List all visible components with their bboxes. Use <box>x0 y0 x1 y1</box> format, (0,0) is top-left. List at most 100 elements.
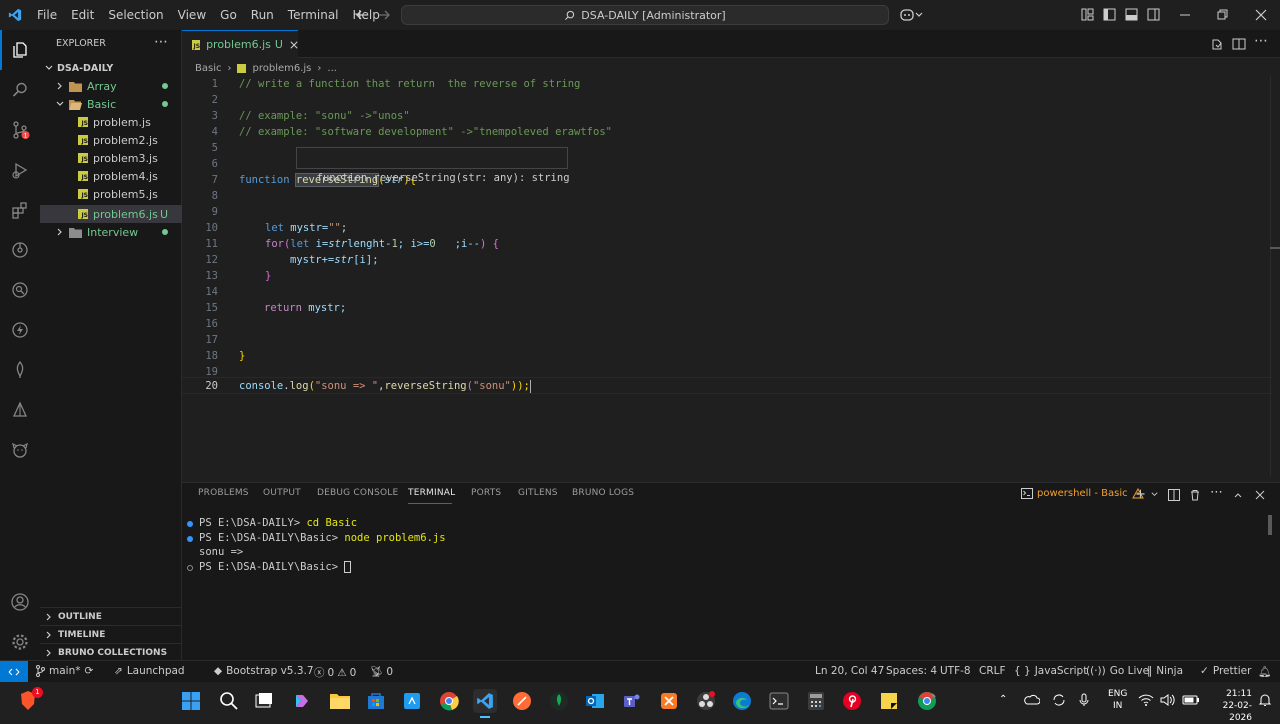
search-icon[interactable] <box>0 70 40 110</box>
copilot-icon[interactable] <box>900 8 924 22</box>
kill-terminal-icon[interactable] <box>1189 489 1201 501</box>
mongodb-leaf-icon[interactable] <box>0 350 40 390</box>
obs-record-icon[interactable] <box>694 689 718 713</box>
timeline-section[interactable]: TIMELINE <box>40 625 182 643</box>
tab-bruno-logs[interactable]: BRUNO LOGS <box>572 488 634 498</box>
toggle-panel-icon[interactable] <box>1125 8 1138 21</box>
teams-icon[interactable] <box>620 689 644 713</box>
language-indicator[interactable]: ENG IN <box>1108 688 1127 712</box>
terminal-app-icon[interactable] <box>767 689 791 713</box>
go-live-button[interactable]: ((·)) Go Live <box>1086 665 1149 677</box>
menu-view[interactable]: View <box>171 0 213 30</box>
tree-file-problem3[interactable]: JS problem3.js <box>40 149 182 167</box>
terminal-dropdown-icon[interactable] <box>1150 490 1159 499</box>
open-changes-icon[interactable] <box>1210 37 1224 51</box>
more-actions-icon[interactable]: ⋯ <box>154 34 168 50</box>
run-debug-icon[interactable] <box>0 150 40 190</box>
toggle-secondary-sidebar-icon[interactable] <box>1147 8 1160 21</box>
cursor-position[interactable]: Ln 20, Col 47 <box>815 665 884 677</box>
sync-tray-icon[interactable] <box>1051 693 1067 707</box>
tree-file-problem2[interactable]: JS problem2.js <box>40 131 182 149</box>
vscode-taskbar-icon[interactable] <box>473 689 497 718</box>
terminal-scrollbar[interactable] <box>1268 515 1272 535</box>
encoding[interactable]: UTF-8 <box>940 665 971 677</box>
tree-folder-interview[interactable]: Interview <box>40 223 182 241</box>
lightning-icon[interactable] <box>0 310 40 350</box>
menu-terminal[interactable]: Terminal <box>281 0 346 30</box>
task-view-icon[interactable] <box>252 689 276 713</box>
clock[interactable]: 21:11 22-02-2026 <box>1208 688 1252 724</box>
line-endings[interactable]: CRLF <box>979 665 1006 677</box>
bootstrap-indicator[interactable]: ◆ Bootstrap v5.3.7 <box>214 665 314 677</box>
microsoft-store-icon[interactable] <box>364 689 388 713</box>
tab-gitlens[interactable]: GITLENS <box>518 488 558 498</box>
tab-problems[interactable]: PROBLEMS <box>198 488 249 498</box>
restore-icon[interactable] <box>1215 8 1229 22</box>
close-tab-icon[interactable] <box>290 40 298 50</box>
breadcrumb-folder[interactable]: Basic <box>195 63 221 74</box>
ninja-indicator[interactable]: ‖ Ninja <box>1147 665 1183 677</box>
sticky-notes-icon[interactable] <box>877 689 901 713</box>
triangle-icon[interactable] <box>0 390 40 430</box>
file-explorer-icon[interactable] <box>328 689 352 713</box>
mongodb-compass-icon[interactable] <box>547 689 571 713</box>
postman-icon[interactable] <box>510 689 534 713</box>
microphone-icon[interactable] <box>1078 693 1090 707</box>
tree-file-problem5[interactable]: JS problem5.js <box>40 185 182 203</box>
workspace-root[interactable]: DSA-DAILY <box>40 59 182 77</box>
calculator-app-icon[interactable] <box>804 689 828 713</box>
breadcrumb-file[interactable]: problem6.js <box>252 63 311 74</box>
minimize-icon[interactable] <box>1178 8 1192 22</box>
new-terminal-icon[interactable]: + <box>1135 487 1146 502</box>
copilot-app-icon[interactable] <box>290 689 314 713</box>
forward-arrow-icon[interactable] <box>377 8 391 22</box>
xampp-icon[interactable] <box>657 689 681 713</box>
split-editor-icon[interactable] <box>1232 37 1246 51</box>
tree-file-problem[interactable]: JS problem.js <box>40 113 182 131</box>
edge-icon[interactable] <box>730 689 754 713</box>
vs-code-insiders-icon[interactable] <box>400 689 424 713</box>
language-mode[interactable]: { } JavaScript <box>1014 665 1087 677</box>
battery-icon[interactable] <box>1182 694 1200 706</box>
outline-section[interactable]: OUTLINE <box>40 607 182 625</box>
tree-file-problem4[interactable]: JS problem4.js <box>40 167 182 185</box>
notifications-bell-icon[interactable]: 🔔︎ <box>1258 665 1271 678</box>
more-editor-actions-icon[interactable]: ⋯ <box>1254 33 1268 49</box>
toggle-primary-sidebar-icon[interactable] <box>1103 8 1116 21</box>
taskbar-search-icon[interactable] <box>217 689 241 713</box>
chrome-canary-icon[interactable] <box>915 689 939 713</box>
ports-indicator[interactable]: 📡︎ 0 <box>370 665 393 679</box>
onedrive-icon[interactable] <box>1024 693 1040 707</box>
indentation[interactable]: Spaces: 4 <box>886 665 937 677</box>
terminal-shell-selector[interactable]: powershell - Basic <box>1021 488 1144 499</box>
menu-selection[interactable]: Selection <box>101 0 170 30</box>
pinterest-icon[interactable] <box>840 689 864 713</box>
menu-go[interactable]: Go <box>213 0 244 30</box>
chrome-icon[interactable] <box>437 689 461 713</box>
volume-icon[interactable] <box>1160 693 1176 707</box>
back-arrow-icon[interactable] <box>355 8 369 22</box>
tree-folder-array[interactable]: Array <box>40 77 182 95</box>
tree-file-problem6[interactable]: JS problem6.js U <box>40 205 182 223</box>
notification-center-icon[interactable] <box>1258 693 1272 707</box>
tab-problem6[interactable]: JS problem6.js U <box>182 30 298 58</box>
sync-icon[interactable]: ⟳ <box>85 665 94 677</box>
maximize-panel-icon[interactable] <box>1233 490 1243 500</box>
breadcrumb-more[interactable]: ... <box>327 63 337 74</box>
command-center-search[interactable]: DSA-DAILY [Administrator] <box>401 5 889 25</box>
menu-run[interactable]: Run <box>244 0 281 30</box>
windows-start-icon[interactable] <box>179 689 203 713</box>
outlook-icon[interactable] <box>583 689 607 713</box>
brave-browser-icon[interactable]: 1 <box>16 687 43 713</box>
tab-terminal[interactable]: TERMINAL <box>408 488 455 498</box>
wifi-icon[interactable] <box>1138 693 1154 707</box>
launchpad-button[interactable]: ⇗ Launchpad <box>114 665 185 677</box>
tab-debug-console[interactable]: DEBUG CONSOLE <box>317 488 398 498</box>
editor-scrollbar[interactable] <box>1270 76 1280 476</box>
customize-layout-icon[interactable] <box>1081 8 1094 21</box>
menu-edit[interactable]: Edit <box>64 0 101 30</box>
remote-explorer-icon[interactable] <box>0 270 40 310</box>
source-control-icon[interactable]: 1 <box>0 110 40 150</box>
split-terminal-icon[interactable] <box>1168 489 1180 501</box>
explorer-icon[interactable] <box>0 30 40 70</box>
